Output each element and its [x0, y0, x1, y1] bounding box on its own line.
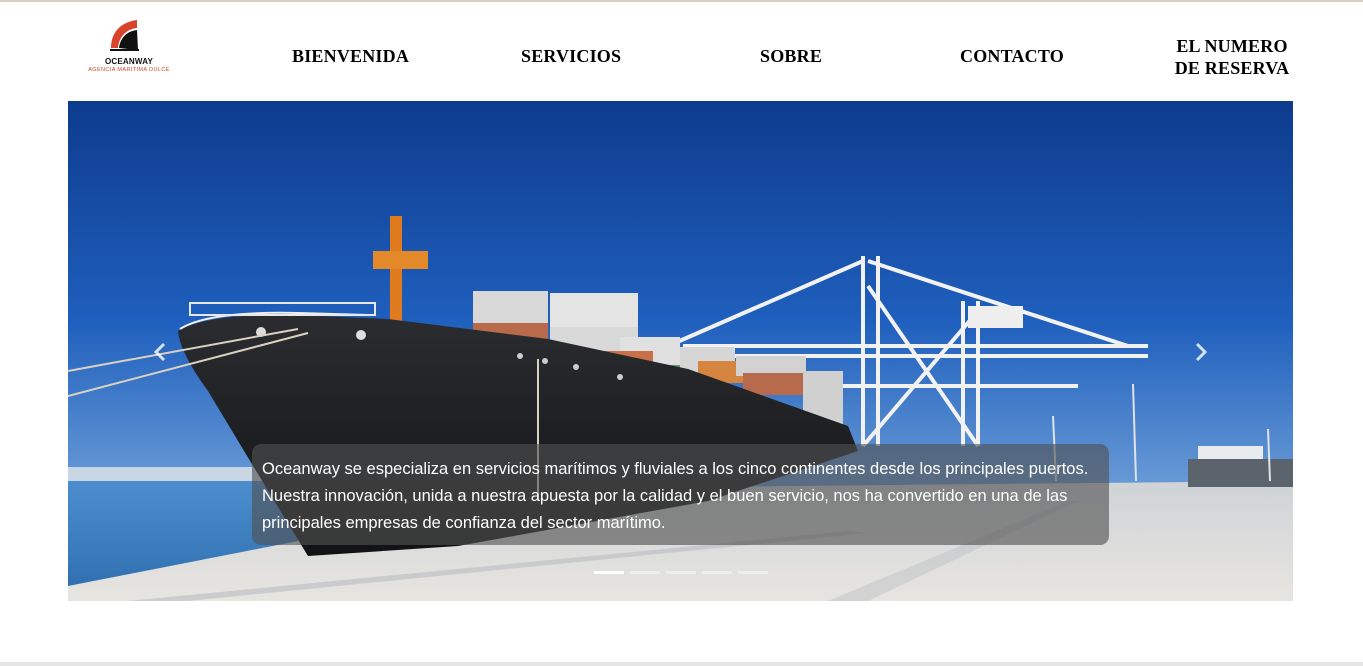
carousel-caption: Oceanway se especializa en servicios mar… [252, 444, 1109, 545]
carousel-indicators [594, 571, 768, 577]
top-rule [0, 0, 1363, 2]
nav-el-numero-de-reserva[interactable]: EL NUMERO DE RESERVA [1162, 35, 1302, 79]
carousel-indicator-4[interactable] [702, 571, 732, 574]
nav-servicios[interactable]: SERVICIOS [521, 45, 621, 67]
carousel-indicator-5[interactable] [738, 571, 768, 574]
carousel-indicator-1[interactable] [594, 571, 624, 574]
carousel-prev-button[interactable] [145, 337, 175, 367]
hero-carousel: Oceanway se especializa en servicios mar… [68, 101, 1293, 601]
horizontal-scrollbar[interactable] [0, 662, 1363, 666]
nav-sobre[interactable]: SOBRE [760, 45, 822, 67]
brand-name: OCEANWAY [105, 57, 153, 66]
chevron-right-icon [1195, 342, 1208, 362]
brand-tagline: AGENCIA MARITIMA DULCE [88, 67, 170, 73]
carousel-indicator-2[interactable] [630, 571, 660, 574]
caption-text: Oceanway se especializa en servicios mar… [262, 460, 1089, 532]
ship-logo-icon [110, 20, 139, 51]
brand-logo[interactable]: OCEANWAY AGENCIA MARITIMA DULCE [82, 18, 176, 78]
nav-bienvenida[interactable]: BIENVENIDA [292, 45, 409, 67]
chevron-left-icon [153, 342, 166, 362]
carousel-next-button[interactable] [1186, 337, 1216, 367]
nav-contacto[interactable]: CONTACTO [960, 45, 1064, 67]
carousel-indicator-3[interactable] [666, 571, 696, 574]
